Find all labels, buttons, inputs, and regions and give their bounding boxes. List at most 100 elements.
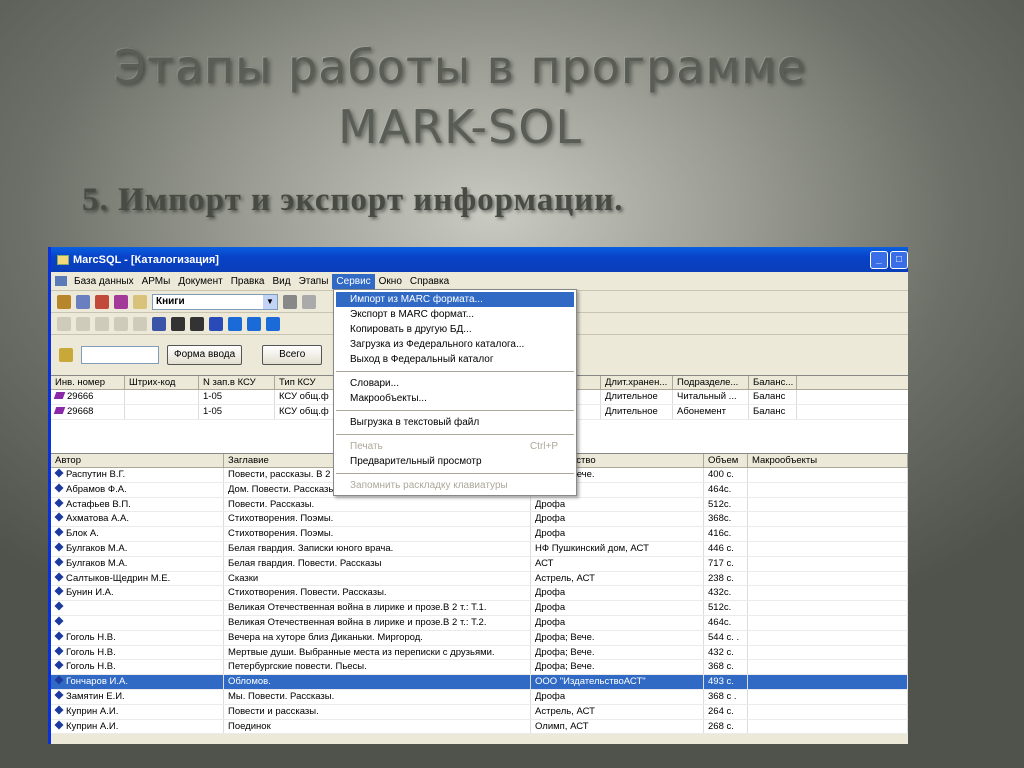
table-cell: Салтыков-Щедрин М.Е. (51, 571, 224, 586)
table-row[interactable]: Астафьев В.П. Повести. Рассказы. Дрофа 512с… (51, 497, 908, 513)
menu-option-label: Предварительный просмотр (350, 456, 482, 467)
menu-item[interactable]: Окно (375, 274, 406, 289)
menu-item[interactable]: Сервис (332, 273, 375, 289)
column-header[interactable]: N зап.в КСУ (199, 376, 275, 389)
table-row[interactable]: Замятин Е.И. Мы. Повести. Рассказы. Дрофа 3… (51, 689, 908, 705)
wand-icon[interactable] (283, 294, 297, 309)
cell-text: 400 с. (708, 469, 734, 480)
find-next-icon[interactable] (190, 316, 204, 331)
menu-option[interactable]: Макрообъекты... (334, 391, 576, 406)
cell-text: Великая Отечественная война в лирике и п… (228, 602, 487, 614)
window-titlebar[interactable]: MarcSQL - [Каталогизация] _ □ (51, 247, 908, 272)
arrow-right-icon[interactable] (266, 316, 280, 331)
menu-item[interactable]: База данных (70, 274, 138, 289)
menu-option[interactable]: Выход в Федеральный каталог (334, 352, 576, 367)
column-header[interactable]: Инв. номер (51, 376, 125, 389)
column-header[interactable]: Макрообъекты (748, 454, 908, 467)
menu-item[interactable]: Этапы (295, 274, 333, 289)
cell-text: Дрофа; Вече. (535, 661, 595, 673)
binoculars-icon[interactable] (171, 316, 185, 331)
table-row[interactable]: Булгаков М.А. Белая гвардия. Записки юног… (51, 541, 908, 557)
arrow-left-icon[interactable] (228, 316, 242, 331)
menu-item[interactable]: Справка (406, 274, 453, 289)
folder-icon[interactable] (76, 294, 90, 309)
menu-option[interactable]: Импорт из MARC формата... (336, 292, 574, 307)
slide-title-line1: Этапы работы в программе (113, 40, 807, 94)
new-icon[interactable] (57, 316, 71, 331)
column-header[interactable]: Штрих-код (125, 376, 199, 389)
edit-icon[interactable] (76, 316, 90, 331)
table-row[interactable]: Гоголь Н.В. Вечера на хуторе близ Диканьк… (51, 630, 908, 646)
table-cell: Мы. Повести. Рассказы. (224, 689, 531, 704)
table-row[interactable]: Гоголь Н.В. Петербургские повести. Пьесы.… (51, 660, 908, 676)
copy-icon[interactable] (114, 316, 128, 331)
menu-option[interactable]: Экспорт в MARC формат... (334, 307, 576, 322)
table-row[interactable]: Ахматова А.А. Стихотворения. Поэмы. Дрофа … (51, 512, 908, 528)
menu-option[interactable]: Загрузка из Федерального каталога... (334, 337, 576, 352)
table-row[interactable]: Гончаров И.А. Обломов. ООО "ИздательствоАС… (51, 675, 908, 690)
book-icon[interactable] (133, 294, 147, 309)
menu-item[interactable]: Правка (227, 274, 269, 289)
table-cell: Сказки (224, 571, 531, 586)
menu-item[interactable]: АРМы (138, 274, 175, 289)
menu-item[interactable]: Документ (174, 274, 226, 289)
key-icon (59, 348, 73, 362)
cell-text: Длительное (605, 405, 658, 417)
maximize-icon[interactable]: □ (890, 251, 908, 269)
form-input-button[interactable]: Форма ввода (167, 345, 243, 365)
cell-text: ООО "ИздательствоАСТ" (535, 676, 646, 688)
table-row[interactable]: Куприн А.И. Повести и рассказы. Астрель, А… (51, 704, 908, 720)
column-header[interactable]: Автор (51, 454, 224, 467)
menu-option-label: Словари... (350, 378, 399, 389)
record-icon (54, 527, 64, 537)
table-cell: Распутин В.Г. (51, 468, 224, 482)
search-input[interactable] (81, 346, 159, 364)
menu-option[interactable]: Выгрузка в текстовый файл (334, 415, 576, 430)
table-cell: ООО "ИздательствоАСТ" (531, 675, 704, 689)
cell-text: Длительное (605, 391, 658, 402)
table-row[interactable]: Великая Отечественная война в лирике и п… (51, 615, 908, 631)
table-cell: Замятин Е.И. (51, 689, 224, 704)
cell-text: Дрофа (535, 498, 566, 510)
table-row[interactable]: Гоголь Н.В. Мертвые души. Выбранные места… (51, 645, 908, 661)
table-cell (748, 615, 908, 630)
cell-text: Стихотворения. Поэмы. (228, 513, 334, 525)
table-row[interactable]: Булгаков М.А. Белая гвардия. Повести. Рас… (51, 556, 908, 572)
table-row[interactable]: Куприн А.И. Поединок Олимп, АСТ 268 с. (51, 719, 908, 735)
layers-icon[interactable] (302, 294, 316, 309)
table-cell (748, 630, 908, 645)
table-row[interactable]: Блок А. Стихотворения. Поэмы. Дрофа 416с. (51, 527, 908, 542)
menu-item[interactable]: Вид (268, 274, 294, 289)
chevron-down-icon[interactable]: ▼ (263, 294, 277, 309)
table-row[interactable]: Бунин И.А. Стихотворения. Повести. Расска… (51, 586, 908, 602)
table-cell: 464с. (704, 482, 748, 497)
menu-option[interactable]: Словари... (334, 376, 576, 391)
table-row[interactable]: Великая Отечественная война в лирике и п… (51, 601, 908, 616)
column-header[interactable]: Объем (704, 454, 748, 467)
chart-icon[interactable] (114, 294, 128, 309)
record-icon (54, 646, 64, 656)
paste-icon[interactable] (133, 316, 147, 331)
cell-text: 368с. (708, 513, 732, 525)
cell-text: Повести и рассказы. (228, 705, 319, 717)
column-header[interactable]: Баланс... (749, 376, 797, 389)
minimize-icon[interactable]: _ (870, 251, 888, 269)
stack-icon[interactable] (95, 294, 109, 309)
record-icon (54, 720, 64, 730)
catalog-icon[interactable] (152, 316, 166, 331)
table-row[interactable]: Салтыков-Щедрин М.Е. Сказки Астрель, АСТ 23… (51, 571, 908, 587)
find-all-icon[interactable] (209, 316, 223, 331)
column-header[interactable]: Подразделе... (673, 376, 749, 389)
grid-icon[interactable] (247, 316, 261, 331)
all-button[interactable]: Всего (262, 345, 323, 365)
table-cell: 464с. (704, 615, 748, 630)
menu-option[interactable]: Предварительный просмотр (334, 454, 576, 469)
catalog-combo[interactable]: Книги ▼ (152, 293, 278, 310)
table-cell (748, 482, 908, 497)
menu-option[interactable]: Копировать в другую БД... (334, 322, 576, 337)
table-cell: Гоголь Н.В. (51, 660, 224, 675)
save-icon[interactable] (95, 316, 109, 331)
books-icon[interactable] (57, 294, 71, 309)
cell-text: КСУ общ.ф (279, 405, 329, 417)
column-header[interactable]: Длит.хранен... (601, 376, 673, 389)
